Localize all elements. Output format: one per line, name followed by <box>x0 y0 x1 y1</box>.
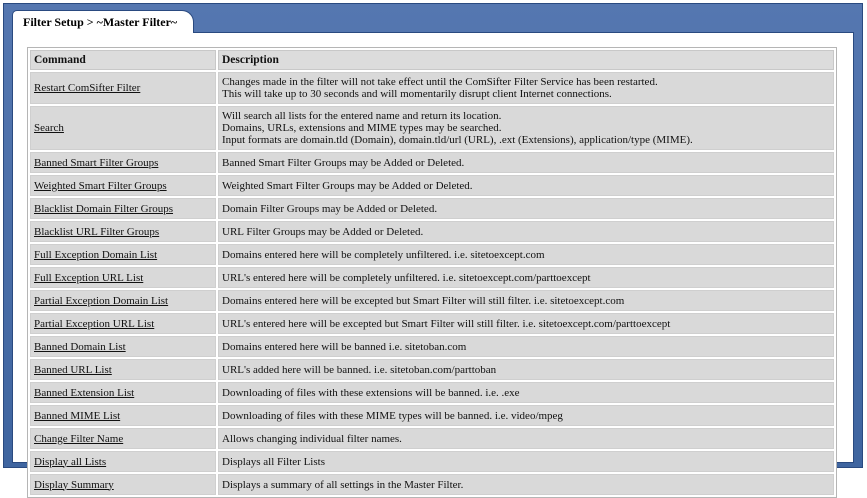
description-cell: Domain Filter Groups may be Added or Del… <box>218 198 834 219</box>
command-link[interactable]: Banned MIME List <box>34 410 120 422</box>
table-header-row: Command Description <box>30 50 834 70</box>
description-cell: Displays all Filter Lists <box>218 451 834 472</box>
command-link[interactable]: Banned Extension List <box>34 387 134 399</box>
description-line: URL's added here will be banned. i.e. si… <box>222 363 497 376</box>
command-link[interactable]: Weighted Smart Filter Groups <box>34 180 167 192</box>
command-link[interactable]: Display all Lists <box>34 456 106 468</box>
command-cell: Partial Exception Domain List <box>30 290 216 311</box>
command-cell: Banned URL List <box>30 359 216 380</box>
command-cell: Banned Domain List <box>30 336 216 357</box>
command-cell: Display Summary <box>30 474 216 495</box>
command-cell: Banned Smart Filter Groups <box>30 152 216 173</box>
description-cell: URL's entered here will be excepted but … <box>218 313 834 334</box>
table-row: Restart ComSifter Filter Changes made in … <box>30 72 834 104</box>
table-row: Partial Exception Domain List Domains ent… <box>30 290 834 311</box>
command-link[interactable]: Restart ComSifter Filter <box>34 82 140 94</box>
table-row: Banned Smart Filter Groups Banned Smart F… <box>30 152 834 173</box>
description-line: Displays a summary of all settings in th… <box>222 478 464 491</box>
column-header-command: Command <box>30 50 216 70</box>
description-line: Banned Smart Filter Groups may be Added … <box>222 156 465 169</box>
command-link[interactable]: Search <box>34 122 64 134</box>
table-row: Full Exception URL List URL's entered her… <box>30 267 834 288</box>
table-row: Display Summary Displays a summary of all… <box>30 474 834 495</box>
command-cell: Full Exception Domain List <box>30 244 216 265</box>
description-cell: Domains entered here will be banned i.e.… <box>218 336 834 357</box>
column-header-description: Description <box>218 50 834 70</box>
command-cell: Blacklist URL Filter Groups <box>30 221 216 242</box>
command-cell: Partial Exception URL List <box>30 313 216 334</box>
table-row: Banned Extension List Downloading of file… <box>30 382 834 403</box>
description-line: Domains entered here will be excepted bu… <box>222 294 625 307</box>
tab-filter-setup[interactable]: Filter Setup > ~Master Filter~ <box>12 10 195 33</box>
content-panel: Command Description Restart ComSifter Fi… <box>12 32 854 498</box>
filter-setup-window: Filter Setup > ~Master Filter~ Command D… <box>3 3 863 498</box>
command-cell: Full Exception URL List <box>30 267 216 288</box>
table-row: Blacklist Domain Filter Groups Domain Fil… <box>30 198 834 219</box>
command-link[interactable]: Partial Exception URL List <box>34 318 154 330</box>
description-line: Domains entered here will be completely … <box>222 248 545 261</box>
description-line: Downloading of files with these MIME typ… <box>222 409 563 422</box>
command-link[interactable]: Blacklist Domain Filter Groups <box>34 203 173 215</box>
table-row: Search Will search all lists for the ente… <box>30 106 834 150</box>
command-link[interactable]: Banned Domain List <box>34 341 126 353</box>
command-table-body: Restart ComSifter Filter Changes made in … <box>30 72 834 495</box>
command-link[interactable]: Change Filter Name <box>34 433 123 445</box>
description-cell: Weighted Smart Filter Groups may be Adde… <box>218 175 834 196</box>
command-cell: Restart ComSifter Filter <box>30 72 216 104</box>
table-row: Blacklist URL Filter Groups URL Filter Gr… <box>30 221 834 242</box>
description-cell: Downloading of files with these MIME typ… <box>218 405 834 426</box>
table-row: Full Exception Domain List Domains entere… <box>30 244 834 265</box>
description-line: Domain Filter Groups may be Added or Del… <box>222 202 438 215</box>
description-line: URL's entered here will be excepted but … <box>222 317 671 330</box>
table-row: Partial Exception URL List URL's entered … <box>30 313 834 334</box>
command-link[interactable]: Display Summary <box>34 479 114 491</box>
table-row: Banned MIME List Downloading of files wit… <box>30 405 834 426</box>
description-line: Displays all Filter Lists <box>222 455 325 468</box>
command-link[interactable]: Full Exception Domain List <box>34 249 157 261</box>
command-cell: Change Filter Name <box>30 428 216 449</box>
command-table: Command Description Restart ComSifter Fi… <box>27 47 837 498</box>
description-line: URL Filter Groups may be Added or Delete… <box>222 225 424 238</box>
command-link[interactable]: Partial Exception Domain List <box>34 295 168 307</box>
description-line: URL's entered here will be completely un… <box>222 271 591 284</box>
table-row: Display all Lists Displays all Filter Lis… <box>30 451 834 472</box>
description-line: Domains entered here will be banned i.e.… <box>222 340 467 353</box>
description-line: This will take up to 30 seconds and will… <box>222 88 612 100</box>
command-link[interactable]: Full Exception URL List <box>34 272 143 284</box>
command-cell: Display all Lists <box>30 451 216 472</box>
description-line: Will search all lists for the entered na… <box>222 110 502 122</box>
table-row: Banned URL List URL's added here will be … <box>30 359 834 380</box>
command-cell: Weighted Smart Filter Groups <box>30 175 216 196</box>
description-line: Input formats are domain.tld (Domain), d… <box>222 134 693 146</box>
command-link[interactable]: Banned URL List <box>34 364 112 376</box>
table-row: Banned Domain List Domains entered here w… <box>30 336 834 357</box>
description-cell: URL's entered here will be completely un… <box>218 267 834 288</box>
description-cell: Allows changing individual filter names. <box>218 428 834 449</box>
table-row: Change Filter Name Allows changing indivi… <box>30 428 834 449</box>
description-line: Weighted Smart Filter Groups may be Adde… <box>222 179 473 192</box>
description-line: Domains, URLs, extensions and MIME types… <box>222 122 502 134</box>
description-cell: Will search all lists for the entered na… <box>218 106 834 150</box>
command-cell: Banned Extension List <box>30 382 216 403</box>
description-cell: Banned Smart Filter Groups may be Added … <box>218 152 834 173</box>
description-cell: Domains entered here will be excepted bu… <box>218 290 834 311</box>
description-cell: Domains entered here will be completely … <box>218 244 834 265</box>
description-cell: Displays a summary of all settings in th… <box>218 474 834 495</box>
table-row: Weighted Smart Filter Groups Weighted Sma… <box>30 175 834 196</box>
command-cell: Blacklist Domain Filter Groups <box>30 198 216 219</box>
command-cell: Banned MIME List <box>30 405 216 426</box>
description-cell: URL Filter Groups may be Added or Delete… <box>218 221 834 242</box>
description-line: Allows changing individual filter names. <box>222 432 402 445</box>
description-cell: Downloading of files with these extensio… <box>218 382 834 403</box>
description-line: Changes made in the filter will not take… <box>222 76 658 88</box>
description-line: Downloading of files with these extensio… <box>222 386 520 399</box>
command-link[interactable]: Banned Smart Filter Groups <box>34 157 158 169</box>
command-cell: Search <box>30 106 216 150</box>
description-cell: URL's added here will be banned. i.e. si… <box>218 359 834 380</box>
command-link[interactable]: Blacklist URL Filter Groups <box>34 226 159 238</box>
description-cell: Changes made in the filter will not take… <box>218 72 834 104</box>
